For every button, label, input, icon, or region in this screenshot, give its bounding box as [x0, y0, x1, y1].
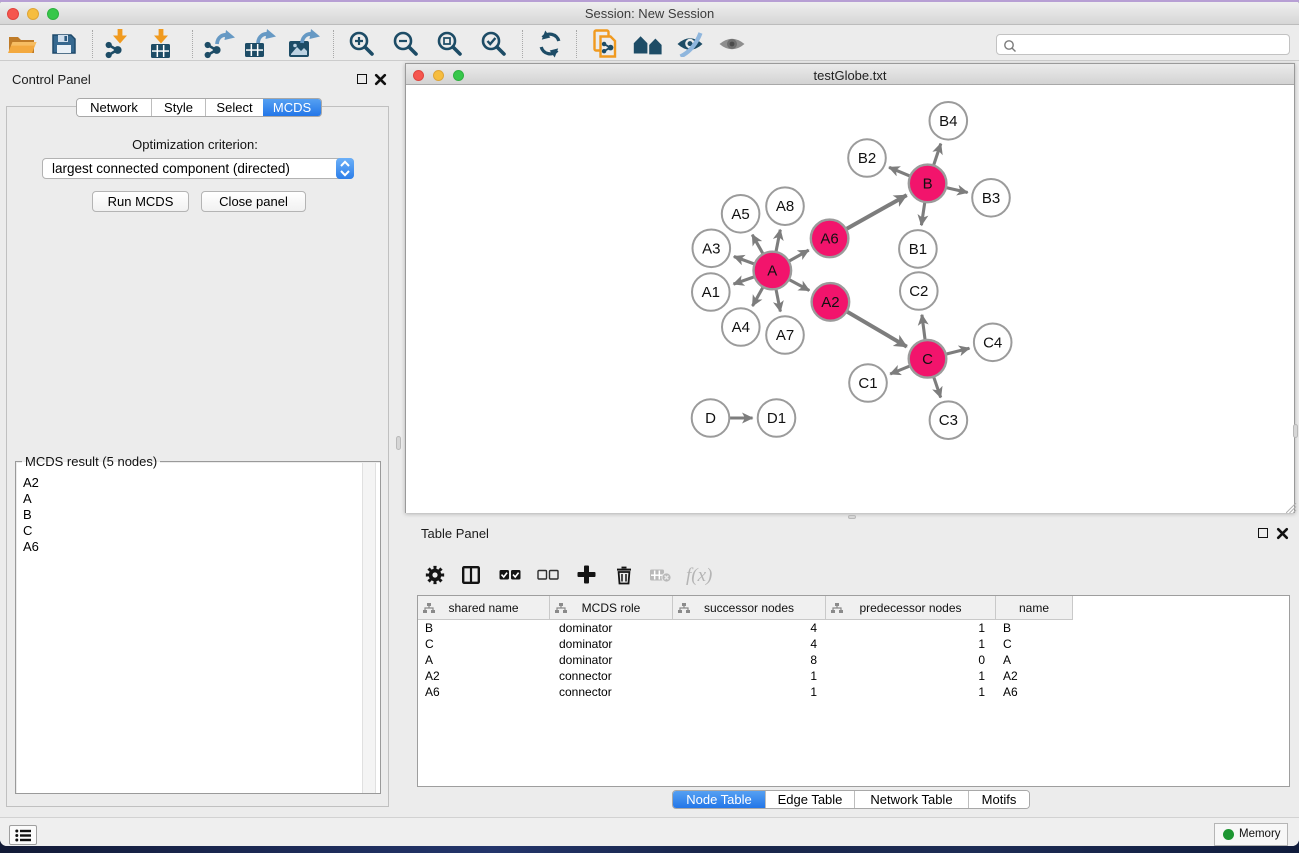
svg-text:f(x): f(x): [686, 565, 712, 586]
svg-text:C: C: [922, 351, 933, 368]
svg-text:A7: A7: [776, 327, 794, 344]
svg-text:C2: C2: [909, 283, 928, 300]
svg-text:A1: A1: [702, 284, 720, 301]
svg-text:B3: B3: [982, 190, 1000, 207]
svg-text:A6: A6: [820, 230, 838, 247]
svg-text:C4: C4: [983, 334, 1002, 351]
svg-text:A: A: [767, 263, 777, 280]
svg-text:C1: C1: [858, 375, 877, 392]
svg-text:D1: D1: [767, 410, 786, 427]
svg-text:B2: B2: [858, 150, 876, 167]
svg-text:A4: A4: [732, 319, 750, 336]
svg-text:B1: B1: [909, 241, 927, 258]
svg-text:C3: C3: [939, 412, 958, 429]
svg-text:A8: A8: [776, 198, 794, 215]
svg-text:B4: B4: [939, 113, 957, 130]
svg-text:A3: A3: [702, 240, 720, 257]
svg-text:B: B: [923, 175, 933, 192]
svg-text:D: D: [705, 410, 716, 427]
svg-text:A2: A2: [821, 294, 839, 311]
svg-text:A5: A5: [731, 206, 749, 223]
